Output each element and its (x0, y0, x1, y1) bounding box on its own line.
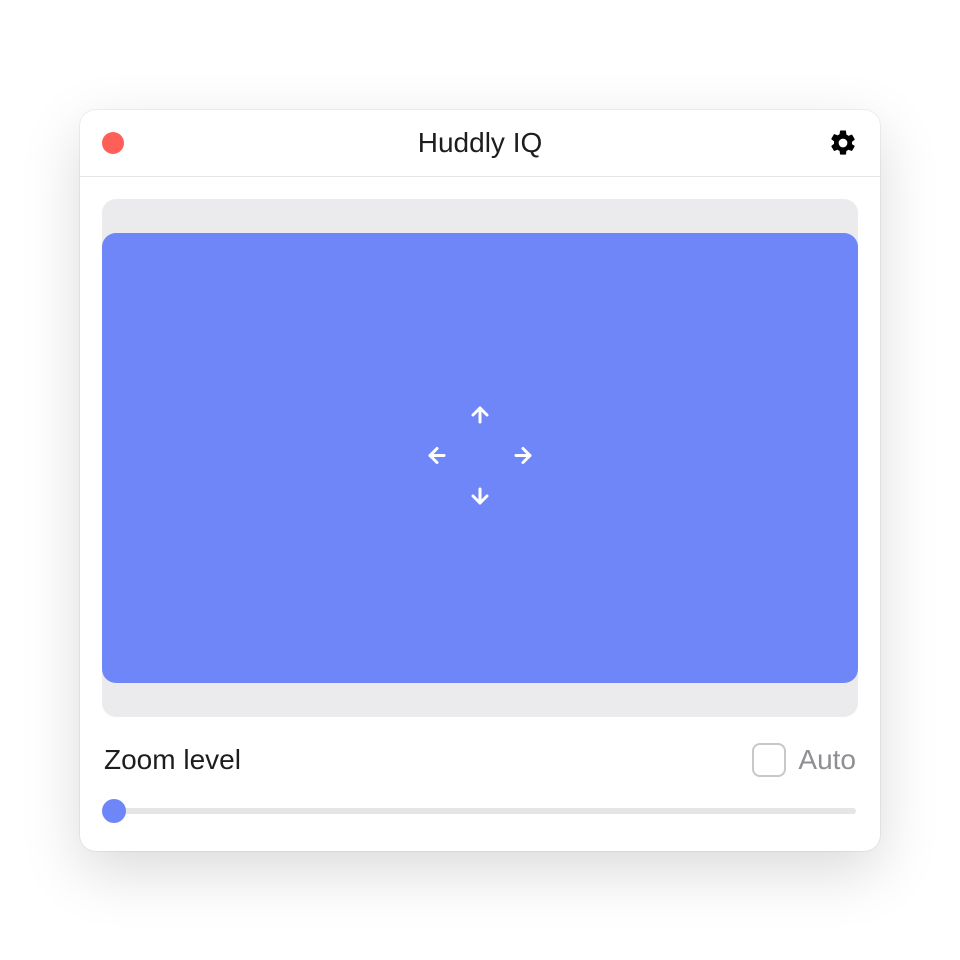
titlebar: Huddly IQ (80, 110, 880, 177)
auto-checkbox[interactable] (752, 743, 786, 777)
zoom-label: Zoom level (104, 744, 241, 776)
camera-preview[interactable] (102, 233, 858, 683)
settings-button[interactable] (828, 128, 858, 158)
content-area: Zoom level Auto (80, 177, 880, 851)
zoom-row: Zoom level Auto (102, 743, 858, 777)
arrow-right-icon[interactable] (511, 443, 535, 472)
app-window: Huddly IQ (80, 110, 880, 851)
slider-track (104, 808, 856, 814)
window-title: Huddly IQ (418, 127, 543, 159)
zoom-slider[interactable] (102, 799, 858, 823)
arrow-up-icon[interactable] (468, 403, 492, 432)
slider-thumb[interactable] (102, 799, 126, 823)
gear-icon (828, 128, 858, 158)
auto-label: Auto (798, 744, 856, 776)
pan-control[interactable] (425, 403, 535, 513)
titlebar-inner: Huddly IQ (102, 128, 858, 158)
auto-toggle-group: Auto (752, 743, 856, 777)
preview-panel (102, 199, 858, 717)
arrow-left-icon[interactable] (425, 443, 449, 472)
arrow-down-icon[interactable] (468, 484, 492, 513)
close-button[interactable] (102, 132, 124, 154)
